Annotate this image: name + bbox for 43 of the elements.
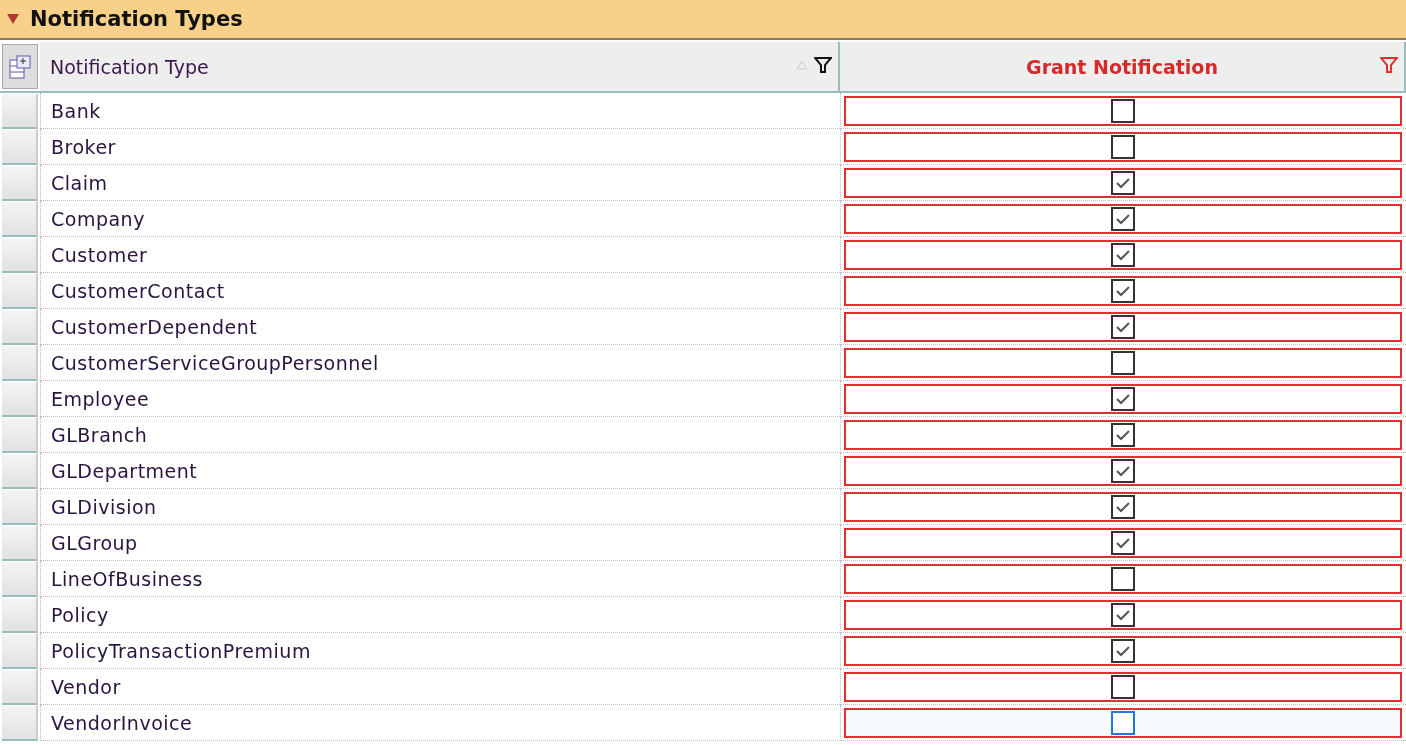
checkbox[interactable]: [1111, 423, 1135, 447]
table-cell: Bank: [40, 93, 840, 129]
checkbox[interactable]: [1111, 387, 1135, 411]
table-cell: PolicyTransactionPremium: [40, 633, 840, 669]
panel-title: Notification Types: [30, 7, 243, 31]
table-cell: Claim: [40, 165, 840, 201]
filter-icon[interactable]: [814, 57, 832, 73]
collapse-triangle-icon[interactable]: [6, 13, 20, 25]
checkbox[interactable]: [1111, 315, 1135, 339]
table-cell: Company: [40, 201, 840, 237]
checkbox[interactable]: [1111, 567, 1135, 591]
column-chooser-button[interactable]: [2, 44, 38, 89]
checkbox[interactable]: [1111, 603, 1135, 627]
column-header[interactable]: Notification Type: [40, 42, 840, 91]
checkbox[interactable]: [1111, 207, 1135, 231]
table-cell: GLBranch: [40, 417, 840, 453]
table-cell: GLGroup: [40, 525, 840, 561]
table-cell: CustomerDependent: [40, 309, 840, 345]
table-cell: LineOfBusiness: [40, 561, 840, 597]
table-cell: CustomerServiceGroupPersonnel: [40, 345, 840, 381]
table-cell: VendorInvoice: [40, 705, 840, 741]
checkbox[interactable]: [1111, 495, 1135, 519]
checkbox[interactable]: [1111, 135, 1135, 159]
table-cell: Vendor: [40, 669, 840, 705]
checkbox[interactable]: [1111, 531, 1135, 555]
table-cell: GLDivision: [40, 489, 840, 525]
checkbox[interactable]: [1111, 279, 1135, 303]
checkbox[interactable]: [1111, 351, 1135, 375]
column-chooser-icon: [8, 53, 32, 80]
table-cell: Employee: [40, 381, 840, 417]
checkbox[interactable]: [1111, 243, 1135, 267]
checkbox[interactable]: [1111, 99, 1135, 123]
checkbox[interactable]: [1111, 639, 1135, 663]
table-cell: GLDepartment: [40, 453, 840, 489]
column-header[interactable]: Grant Notification: [840, 42, 1406, 91]
table-cell: Customer: [40, 237, 840, 273]
table-cell: Policy: [40, 597, 840, 633]
checkbox[interactable]: [1111, 171, 1135, 195]
table-cell: CustomerContact: [40, 273, 840, 309]
table-cell: Broker: [40, 129, 840, 165]
checkbox[interactable]: [1111, 459, 1135, 483]
checkbox[interactable]: [1111, 711, 1135, 735]
checkbox[interactable]: [1111, 675, 1135, 699]
